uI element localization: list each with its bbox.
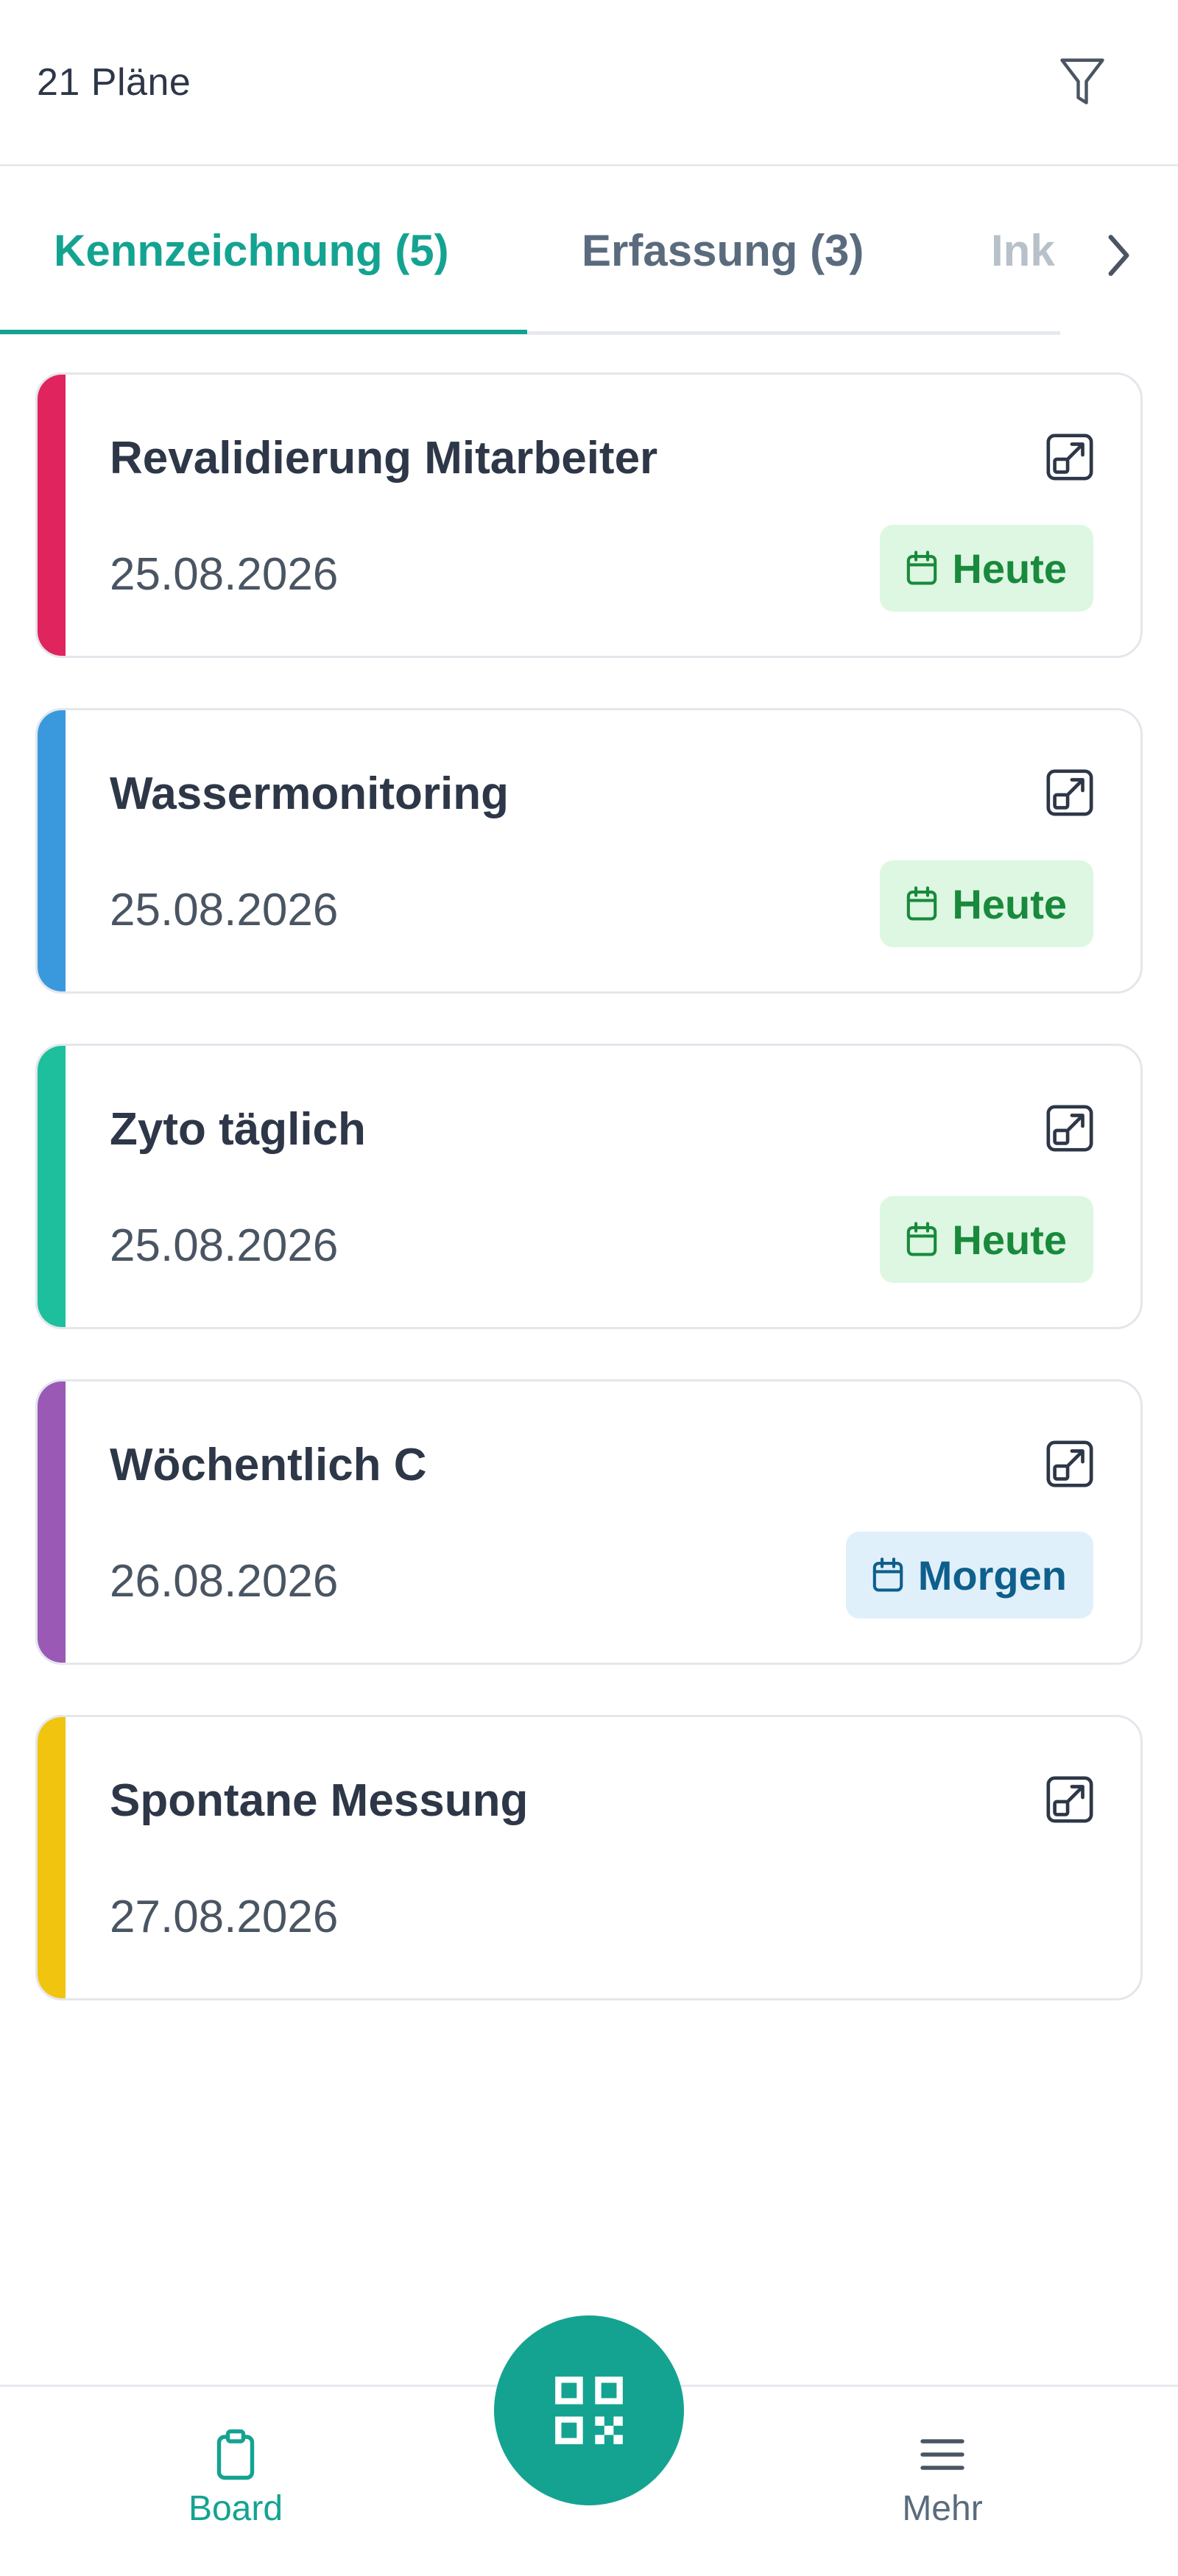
open-external-icon [1046,1776,1093,1823]
calendar-icon [905,1221,939,1258]
plan-date: 25.08.2026 [110,885,339,935]
filter-icon [1060,58,1104,105]
clipboard-icon [216,2429,255,2480]
due-badge: Heute [880,860,1093,947]
open-plan-button[interactable] [1042,1436,1098,1492]
plan-title: Wassermonitoring [110,768,509,819]
open-external-icon [1046,434,1093,481]
header: 21 Pläne [0,0,1178,166]
nav-more-button[interactable]: Mehr [869,2428,1016,2529]
nav-board-label: Board [188,2489,283,2528]
plans-board-screen: 21 Pläne Kennzeichnung (5) Erfassung (3)… [0,0,1178,2576]
due-badge: Heute [880,1196,1093,1283]
plan-title: Zyto täglich [110,1104,366,1155]
card-accent-bar [38,710,66,991]
card-accent-bar [38,1381,66,1663]
plan-card[interactable]: Wassermonitoring 25.08.2026 Heute [35,708,1143,994]
tab-kennzeichnung[interactable]: Kennzeichnung (5) [54,225,449,276]
open-plan-button[interactable] [1042,1100,1098,1156]
due-badge-label: Heute [952,880,1067,927]
scan-qr-button[interactable] [494,2315,684,2505]
qr-code-icon [555,2377,623,2444]
plan-title: Revalidierung Mitarbeiter [110,433,658,484]
plan-date: 26.08.2026 [110,1556,339,1607]
card-accent-bar [38,375,66,656]
due-badge: Morgen [845,1532,1093,1618]
open-external-icon [1046,769,1093,816]
plan-date: 27.08.2026 [110,1892,339,1942]
nav-more-label: Mehr [902,2489,983,2528]
open-external-icon [1046,1440,1093,1487]
plan-card[interactable]: Wöchentlich C 26.08.2026 Morgen [35,1379,1143,1665]
open-plan-button[interactable] [1042,1772,1098,1827]
open-plan-button[interactable] [1042,429,1098,485]
menu-icon [920,2439,964,2470]
tab-erfassung[interactable]: Erfassung (3) [582,225,864,276]
card-accent-bar [38,1717,66,1998]
tab-ink[interactable]: Ink [991,225,1065,276]
plan-card[interactable]: Revalidierung Mitarbeiter 25.08.2026 Heute [35,372,1143,658]
filter-button[interactable] [1053,53,1112,112]
calendar-icon [905,885,939,922]
chevron-right-icon [1108,235,1129,276]
due-badge-label: Heute [952,545,1067,592]
due-badge-label: Morgen [917,1551,1067,1599]
open-plan-button[interactable] [1042,765,1098,821]
plan-date: 25.08.2026 [110,1220,339,1271]
card-accent-bar [38,1046,66,1327]
plan-card[interactable]: Spontane Messung 27.08.2026 [35,1715,1143,2000]
calendar-icon [871,1557,905,1593]
tab-bar: Kennzeichnung (5) Erfassung (3) Ink [0,166,1178,337]
plan-count: 21 Pläne [37,61,191,104]
active-tab-indicator [0,330,527,334]
plan-title: Wöchentlich C [110,1440,427,1490]
plan-title: Spontane Messung [110,1775,529,1826]
due-badge-label: Heute [952,1216,1067,1263]
calendar-icon [905,550,939,587]
plan-date: 25.08.2026 [110,549,339,600]
open-external-icon [1046,1105,1093,1152]
nav-board-button[interactable]: Board [162,2428,309,2529]
plan-card[interactable]: Zyto täglich 25.08.2026 Heute [35,1044,1143,1329]
due-badge: Heute [880,525,1093,612]
tabs-scroll-right-button[interactable] [1096,230,1140,281]
